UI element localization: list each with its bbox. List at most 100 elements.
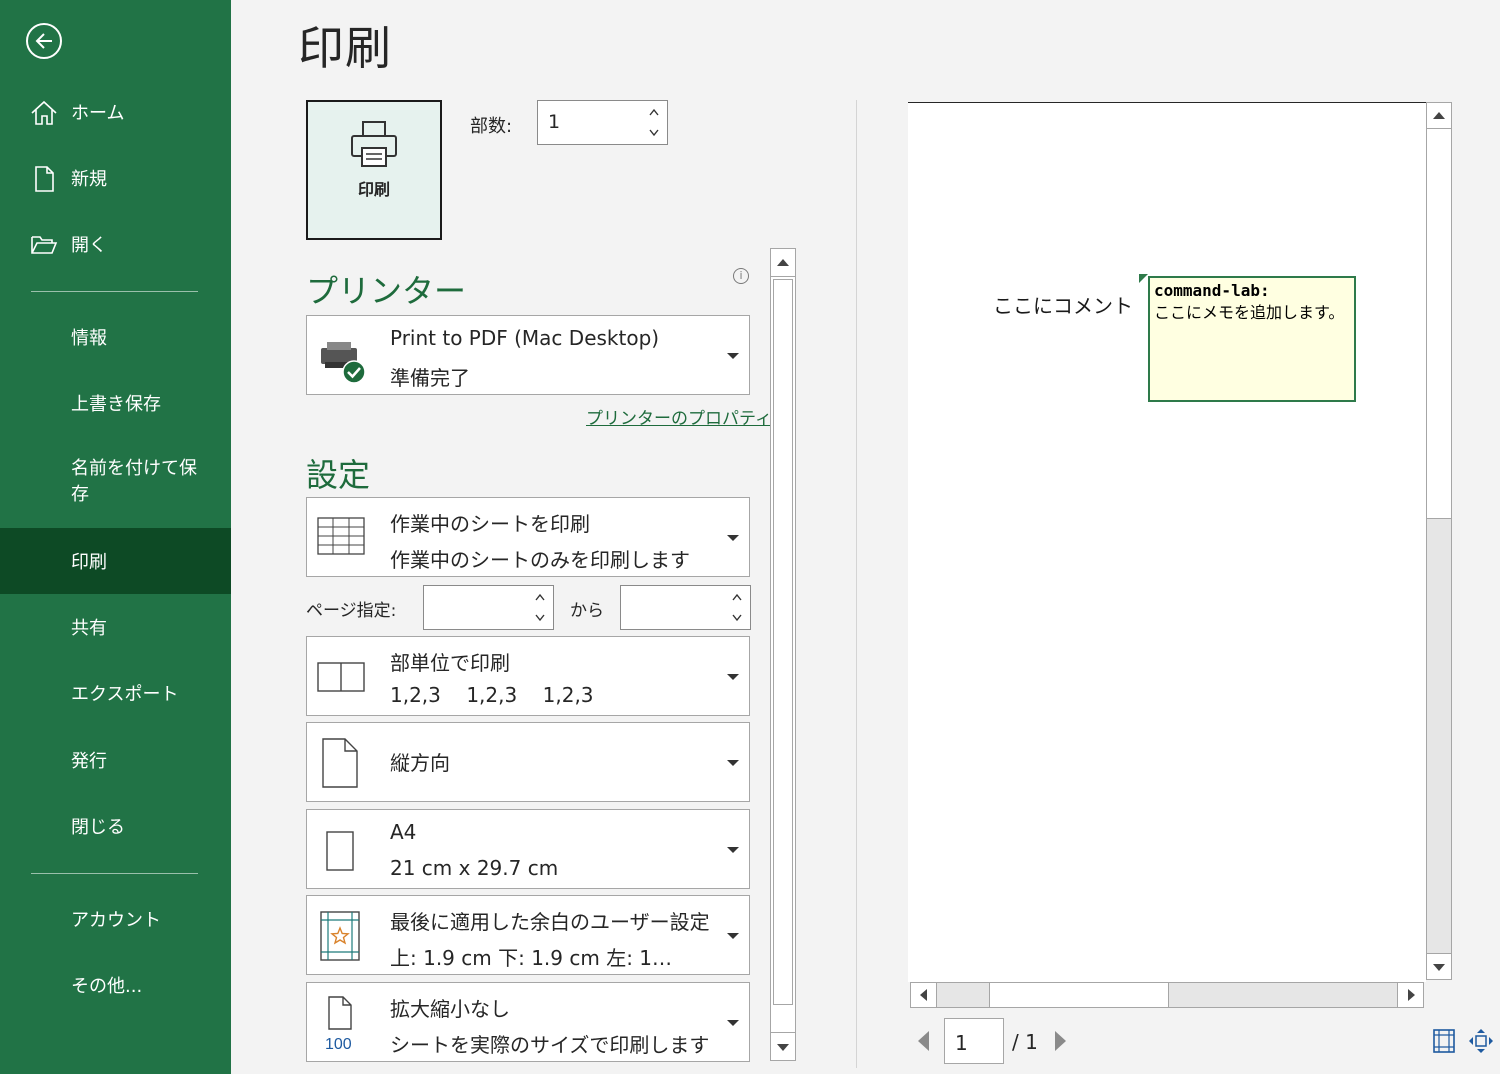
sidebar-item-label: 印刷 [71,552,107,573]
scrollbar-thumb[interactable] [773,279,793,1005]
sidebar-item-publish[interactable]: 発行 [0,732,231,788]
preview-cell-text: ここにコメント [993,294,1133,318]
sidebar-item-open[interactable]: 開く [0,216,231,272]
print-preview-page [908,102,1426,982]
sidebar-item-share[interactable]: 共有 [0,599,231,655]
preview-horizontal-scrollbar[interactable] [910,982,1424,1008]
page-title: 印刷 [298,21,392,75]
sidebar-item-more[interactable]: その他... [0,957,231,1013]
sidebar-item-label: その他... [71,976,143,997]
new-document-icon [35,166,54,192]
sidebar-item-print[interactable]: 印刷 [0,528,231,594]
page-to-label: から [570,601,604,621]
print-what-title: 作業中のシートを印刷 [390,512,590,536]
sidebar-item-save[interactable]: 上書き保存 [0,375,231,431]
scroll-right-button[interactable] [1397,983,1423,1007]
settings-scrollbar[interactable] [770,248,796,1061]
home-icon [31,100,57,125]
spin-up-icon[interactable] [535,593,545,601]
printer-properties-link[interactable]: プリンターのプロパティ [586,404,772,429]
scroll-left-button[interactable] [911,983,937,1007]
scaling-title: 拡大縮小なし [390,997,510,1021]
sidebar-item-account[interactable]: アカウント [0,891,231,947]
margins-dropdown[interactable]: 最後に適用した余白のユーザー設定 上: 1.9 cm 下: 1.9 cm 左: … [306,895,750,975]
sidebar-item-home[interactable]: ホーム [0,84,231,140]
sidebar-item-label: 共有 [71,618,107,639]
next-page-icon[interactable] [1054,1030,1068,1052]
chevron-down-icon [727,535,739,541]
paper-size-icon [326,831,354,871]
triangle-up-icon [777,259,789,266]
chevron-down-icon [727,1020,739,1026]
note-box: command-lab: ここにメモを追加します。 [1148,276,1356,402]
sidebar-item-label: 名前を付けて保存 [71,458,197,505]
open-folder-icon [31,236,58,254]
triangle-up-icon [1433,112,1445,119]
scaling-dropdown[interactable]: 100 拡大縮小なし シートを実際のサイズで印刷します [306,982,750,1062]
sidebar-item-new[interactable]: 新規 [0,150,231,206]
copies-spinner[interactable]: 1 [537,100,668,145]
print-button-label: 印刷 [357,180,390,199]
printer-dropdown[interactable]: Print to PDF (Mac Desktop) 準備完了 [306,315,750,395]
printer-icon [351,121,397,167]
portrait-page-icon [322,738,358,788]
spin-down-icon[interactable] [732,614,742,622]
sidebar-item-label: 新規 [71,169,107,190]
spin-up-icon[interactable] [732,593,742,601]
sidebar-item-export[interactable]: エクスポート [0,665,231,721]
sidebar-item-close[interactable]: 閉じる [0,798,231,854]
preview-vertical-scrollbar[interactable] [1426,102,1452,980]
collation-title: 部単位で印刷 [390,651,510,675]
copies-value: 1 [548,111,561,133]
sidebar-item-label: 開く [71,235,107,256]
triangle-left-icon [920,989,927,1001]
triangle-down-icon [777,1044,789,1051]
collated-pages-icon [317,662,365,692]
printer-ready-icon [321,342,366,384]
spin-down-icon[interactable] [649,129,659,137]
chevron-down-icon [727,674,739,680]
scroll-down-button[interactable] [1427,953,1451,979]
margins-subtitle: 上: 1.9 cm 下: 1.9 cm 左: 1… [390,946,673,970]
collation-subtitle: 1,2,3 1,2,3 1,2,3 [390,683,594,707]
note-indicator [1139,274,1148,283]
collation-dropdown[interactable]: 部単位で印刷 1,2,3 1,2,3 1,2,3 [306,636,750,716]
show-margins-icon[interactable] [1432,1028,1456,1054]
triangle-right-icon [1408,989,1415,1001]
sidebar-item-label: エクスポート [71,684,179,705]
scroll-up-button[interactable] [1427,103,1451,129]
scroll-down-button[interactable] [771,1032,795,1060]
scroll-up-button[interactable] [771,249,795,277]
margins-title: 最後に適用した余白のユーザー設定 [390,910,710,934]
settings-section-title: 設定 [306,456,371,494]
custom-margins-icon [320,911,360,961]
sidebar-item-save-as[interactable]: 名前を付けて保存 [0,452,231,512]
spin-up-icon[interactable] [649,108,659,116]
triangle-down-icon [1433,964,1445,971]
printer-section-title: プリンター [306,272,467,310]
scaling-icon-text: 100 [325,1036,352,1051]
note-body: ここにメモを追加します。 [1154,303,1345,322]
page-to-field[interactable] [620,585,751,630]
scrollbar-thumb[interactable] [989,983,1169,1007]
paper-size-dropdown[interactable]: A4 21 cm x 29.7 cm [306,809,750,889]
paper-size-title: A4 [390,820,417,844]
scrollbar-thumb[interactable] [1427,129,1451,519]
printer-status: 準備完了 [390,366,470,390]
orientation-title: 縦方向 [390,751,450,775]
orientation-dropdown[interactable]: 縦方向 [306,722,750,802]
no-scaling-icon: 100 [325,996,352,1051]
zoom-to-page-icon[interactable] [1468,1028,1494,1054]
spin-down-icon[interactable] [535,614,545,622]
page-from-field[interactable] [423,585,554,630]
back-button[interactable] [26,23,62,59]
current-page-input[interactable]: 1 [944,1018,1004,1064]
chevron-down-icon [727,760,739,766]
note-author: command-lab: [1154,281,1270,300]
print-button[interactable]: 印刷 [306,100,442,240]
previous-page-icon[interactable] [916,1030,930,1052]
info-icon[interactable]: i [733,268,749,284]
print-what-dropdown[interactable]: 作業中のシートを印刷 作業中のシートのみを印刷します [306,497,750,577]
sidebar-item-info[interactable]: 情報 [0,309,231,365]
sidebar-divider [31,291,198,292]
